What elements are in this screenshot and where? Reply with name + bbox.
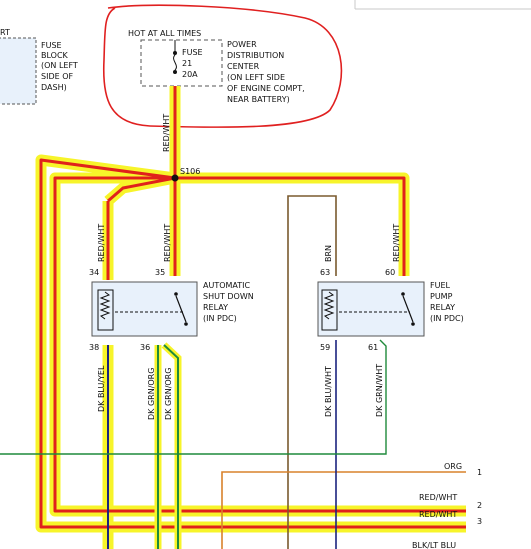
wire-label-dk-blu-yel: DK BLU/YEL xyxy=(97,365,106,412)
wire-label-dk-grn-org: DK GRN/ORG xyxy=(164,368,173,420)
wire-label-asd-35: RED/WHT xyxy=(163,224,172,262)
hot-at-all-times-label: HOT AT ALL TIMES xyxy=(128,29,201,38)
fuse-block-label: SIDE OF xyxy=(41,72,73,81)
pdc-label: NEAR BATTERY) xyxy=(227,95,290,104)
annotation-circle xyxy=(102,4,343,129)
asd-pin-38: 38 xyxy=(89,343,99,352)
fuel-relay-label: (IN PDC) xyxy=(430,314,464,323)
fuse-block: RT FUSE BLOCK (ON LEFT SIDE OF DASH) xyxy=(0,28,78,105)
splice-label: S106 xyxy=(180,167,200,176)
fuel-relay-label: RELAY xyxy=(430,303,455,312)
fuse-21-symbol xyxy=(173,40,177,74)
fuse-number: 21 xyxy=(182,59,192,68)
pdc-label: OF ENGINE COMPT, xyxy=(227,84,305,93)
fuel-pin-60: 60 xyxy=(385,268,395,277)
asd-relay-label: SHUT DOWN xyxy=(203,292,254,301)
bus-label-red-wht: RED/WHT xyxy=(419,510,457,519)
bus-label-org: ORG xyxy=(444,462,462,471)
pdc-label: CENTER xyxy=(227,62,260,71)
bus-number-3: 3 xyxy=(477,517,482,526)
fuel-pin-59: 59 xyxy=(320,343,330,352)
asd-pin-36: 36 xyxy=(140,343,150,352)
fuel-relay-label: FUEL xyxy=(430,281,451,290)
bus-label-red-wht: RED/WHT xyxy=(419,493,457,502)
fuse-label: FUSE xyxy=(182,48,203,57)
fuel-pin-61: 61 xyxy=(368,343,378,352)
asd-pin-34: 34 xyxy=(89,268,99,277)
splice-point xyxy=(171,174,179,182)
fuse-block-body xyxy=(0,37,37,105)
asd-relay-label: (IN PDC) xyxy=(203,314,237,323)
fuse-block-label: DASH) xyxy=(41,83,67,92)
pdc-label: (ON LEFT SIDE xyxy=(227,73,285,82)
wiring-diagram: RT FUSE BLOCK (ON LEFT SIDE OF DASH) HOT… xyxy=(0,0,531,549)
wire-label-feed: RED/WHT xyxy=(162,114,171,152)
bus-number-1: 1 xyxy=(477,468,482,477)
fuse-block-label: BLOCK xyxy=(41,51,69,60)
fuse-rating: 20A xyxy=(182,70,198,79)
fuse-block-partial-word: RT xyxy=(0,28,10,37)
asd-relay-label: RELAY xyxy=(203,303,228,312)
pdc-label: POWER xyxy=(227,40,257,49)
fuel-relay-label: PUMP xyxy=(430,292,453,301)
wire-label-brn: BRN xyxy=(324,245,333,262)
fuel-pin-63: 63 xyxy=(320,268,330,277)
wire-label-asd-34: RED/WHT xyxy=(97,224,106,262)
asd-relay-label: AUTOMATIC xyxy=(203,281,251,290)
wire-label-dk-blu-wht: DK BLU/WHT xyxy=(324,366,333,417)
wire-label-dk-grn-wht: DK GRN/WHT xyxy=(375,364,384,417)
bus-label-blk-lt-blu: BLK/LT BLU xyxy=(412,541,456,549)
fuse-block-label: FUSE xyxy=(41,41,62,50)
fuse-block-label: (ON LEFT xyxy=(41,61,78,70)
pdc-label: DISTRIBUTION xyxy=(227,51,284,60)
wire-label-fuel-60: RED/WHT xyxy=(392,224,401,262)
asd-relay xyxy=(91,281,198,337)
fuel-pump-relay xyxy=(317,281,425,337)
bus-number-2: 2 xyxy=(477,501,482,510)
wire-label-dk-grn-org: DK GRN/ORG xyxy=(147,368,156,420)
asd-pin-35: 35 xyxy=(155,268,165,277)
